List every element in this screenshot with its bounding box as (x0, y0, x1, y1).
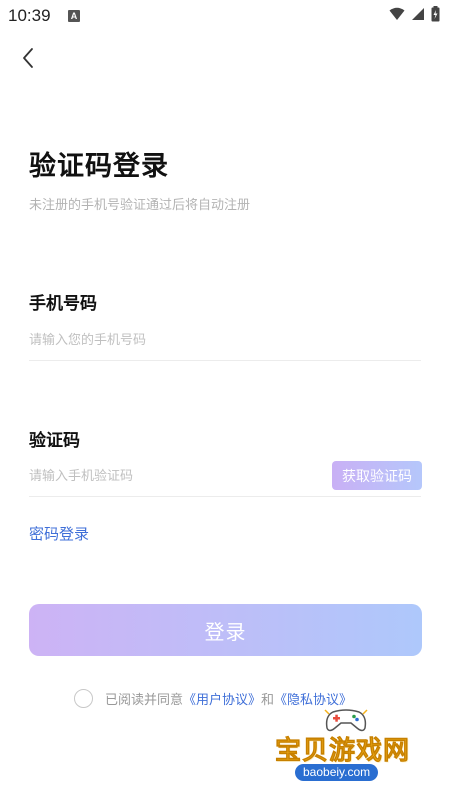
notification-a-icon: A (68, 10, 80, 22)
signal-icon (412, 8, 424, 20)
code-label: 验证码 (29, 431, 80, 451)
agreement-row: 已阅读并同意 《用户协议》 和 《隐私协议》 (74, 689, 352, 708)
agree-checkbox[interactable] (74, 689, 93, 708)
page-subtitle: 未注册的手机号验证通过后将自动注册 (29, 198, 251, 213)
phone-input[interactable] (29, 326, 421, 354)
phone-divider (29, 360, 421, 361)
user-agreement-link[interactable]: 《用户协议》 (183, 689, 261, 708)
watermark-url: baobeiy.com (295, 764, 379, 781)
chevron-left-icon (23, 48, 33, 68)
code-divider (29, 496, 421, 497)
page-title: 验证码登录 (29, 151, 169, 182)
status-right-icons (389, 6, 440, 22)
wifi-icon (389, 7, 405, 20)
login-button[interactable]: 登录 (29, 604, 422, 656)
agree-prefix: 已阅读并同意 (105, 693, 184, 708)
watermark-text: 宝贝游戏网 (275, 736, 411, 767)
password-login-link[interactable]: 密码登录 (29, 523, 89, 544)
privacy-policy-link[interactable]: 《隐私协议》 (274, 689, 352, 708)
status-bar: 10:39 A (0, 0, 450, 32)
status-time: 10:39 (8, 6, 51, 25)
back-button[interactable] (14, 44, 42, 72)
agree-and: 和 (261, 693, 275, 708)
code-input[interactable] (29, 462, 324, 490)
phone-label: 手机号码 (29, 294, 97, 314)
watermark-logo: 宝贝游戏网 baobeiy.com (275, 708, 425, 798)
battery-icon (431, 6, 440, 22)
get-code-button[interactable]: 获取验证码 (332, 461, 422, 490)
